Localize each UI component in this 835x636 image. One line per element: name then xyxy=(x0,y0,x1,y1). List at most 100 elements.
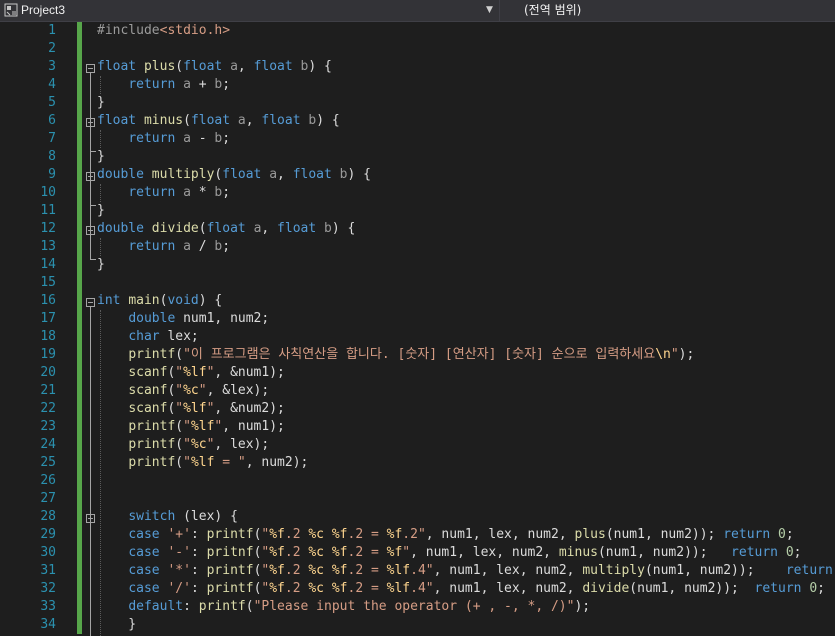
code-text[interactable]: printf("%c", lex); xyxy=(97,436,269,454)
code-text[interactable]: scanf("%c", &lex); xyxy=(97,382,269,400)
code-line[interactable]: 34 } xyxy=(0,616,835,634)
code-line[interactable]: 14} xyxy=(0,256,835,274)
code-line[interactable]: 10 return a * b; xyxy=(0,184,835,202)
code-text[interactable]: int main(void) { xyxy=(97,292,222,310)
code-token: , num1, lex, num2, xyxy=(425,527,575,542)
code-token: divide xyxy=(151,221,199,236)
code-text[interactable]: printf("%lf = ", num2); xyxy=(97,454,308,472)
line-number: 5 xyxy=(48,95,56,110)
code-text[interactable]: default: printf("Please input the operat… xyxy=(97,598,590,616)
code-text[interactable]: case '+': printf("%f.2 %c %f.2 = %f.2", … xyxy=(97,526,793,544)
code-text[interactable]: double num1, num2; xyxy=(97,310,269,328)
code-text[interactable]: #include<stdio.h> xyxy=(97,22,230,40)
code-line[interactable]: 7 return a - b; xyxy=(0,130,835,148)
line-number: 7 xyxy=(48,131,56,146)
code-text[interactable]: double multiply(float a, float b) { xyxy=(97,166,371,184)
code-text[interactable]: } xyxy=(97,148,105,166)
code-token: scanf xyxy=(128,365,168,380)
code-token: ( xyxy=(198,221,207,236)
code-text[interactable]: printf("%lf", num1); xyxy=(97,418,285,436)
code-text[interactable]: case '/': printf("%f.2 %c %f.2 = %lf.4",… xyxy=(97,580,825,598)
code-line[interactable]: 27 xyxy=(0,490,835,508)
code-line[interactable]: 12 double divide(float a, float b) { xyxy=(0,220,835,238)
code-text[interactable]: double divide(float a, float b) { xyxy=(97,220,355,238)
code-token: float xyxy=(97,59,137,74)
code-text[interactable]: } xyxy=(97,202,105,220)
code-line[interactable]: 2 xyxy=(0,40,835,58)
code-line[interactable]: 26 xyxy=(0,472,835,490)
code-line[interactable]: 30 case '-': pritnf("%f.2 %c %f.2 = %f",… xyxy=(0,544,835,562)
code-text[interactable]: scanf("%lf", &num2); xyxy=(97,400,285,418)
code-text[interactable]: float minus(float a, float b) { xyxy=(97,112,340,130)
code-token: int xyxy=(97,293,121,308)
code-token: a xyxy=(183,185,191,200)
project-dropdown[interactable]: Project3 ▼ xyxy=(0,0,500,21)
code-token: minus xyxy=(143,113,184,128)
code-line[interactable]: 32 case '/': printf("%f.2 %c %f.2 = %lf.… xyxy=(0,580,835,598)
code-line[interactable]: 8} xyxy=(0,148,835,166)
code-line[interactable]: 22 scanf("%lf", &num2); xyxy=(0,400,835,418)
code-text[interactable]: return a / b; xyxy=(97,238,230,256)
code-text[interactable]: switch (lex) { xyxy=(97,508,238,526)
code-text[interactable]: } xyxy=(97,94,105,112)
code-line[interactable]: 20 scanf("%lf", &num1); xyxy=(0,364,835,382)
code-line[interactable]: 33 default: printf("Please input the ope… xyxy=(0,598,835,616)
code-line[interactable]: 1 #include<stdio.h> xyxy=(0,22,835,40)
code-line[interactable]: 16 int main(void) { xyxy=(0,292,835,310)
code-text[interactable]: printf("이 프로그램은 사칙연산을 합니다. [숫자] [연산자] [숫… xyxy=(97,346,694,364)
line-number: 1 xyxy=(48,23,56,38)
code-text[interactable]: case '-': pritnf("%f.2 %c %f.2 = %f", nu… xyxy=(97,544,801,562)
code-text[interactable]: case '*': printf("%f.2 %c %f.2 = %lf.4",… xyxy=(97,562,835,580)
code-token: printf xyxy=(128,419,176,434)
code-token: ; xyxy=(222,185,231,200)
code-line[interactable]: 28 switch (lex) { xyxy=(0,508,835,526)
code-line[interactable]: 9 double multiply(float a, float b) { xyxy=(0,166,835,184)
code-token: b xyxy=(339,167,348,182)
code-text[interactable]: char lex; xyxy=(97,328,198,346)
code-line[interactable]: 17 double num1, num2; xyxy=(0,310,835,328)
code-line[interactable]: 23 printf("%lf", num1); xyxy=(0,418,835,436)
change-indicator xyxy=(77,202,82,220)
code-token: " xyxy=(183,419,191,434)
code-line[interactable]: 11} xyxy=(0,202,835,220)
code-line[interactable]: 13 return a / b; xyxy=(0,238,835,256)
line-number: 31 xyxy=(40,563,56,578)
code-text[interactable]: return a * b; xyxy=(97,184,230,202)
code-token: %c xyxy=(183,383,199,398)
chevron-down-icon[interactable]: ▼ xyxy=(486,3,493,18)
code-line[interactable]: 5} xyxy=(0,94,835,112)
code-token: a xyxy=(269,167,278,182)
scope-dropdown[interactable]: (전역 범위) xyxy=(500,0,835,21)
code-token: (num1, num2)); xyxy=(629,581,755,596)
code-text[interactable]: } xyxy=(97,616,136,634)
code-line[interactable]: 3 float plus(float a, float b) { xyxy=(0,58,835,76)
code-text[interactable]: return a - b; xyxy=(97,130,230,148)
code-line[interactable]: 6 float minus(float a, float b) { xyxy=(0,112,835,130)
code-token: " xyxy=(670,347,679,362)
code-token: + xyxy=(190,77,215,92)
code-token: , lex); xyxy=(214,437,270,452)
code-line[interactable]: 24 printf("%c", lex); xyxy=(0,436,835,454)
code-line[interactable]: 15 xyxy=(0,274,835,292)
code-line[interactable]: 31 case '*': printf("%f.2 %c %f.2 = %lf.… xyxy=(0,562,835,580)
code-line[interactable]: 29 case '+': printf("%f.2 %c %f.2 = %f.2… xyxy=(0,526,835,544)
code-editor[interactable]: 1 #include<stdio.h> 2 3 float plus(float a, … xyxy=(0,22,835,636)
code-token: %c xyxy=(308,527,325,542)
code-token: ( xyxy=(175,59,184,74)
code-line[interactable]: 25 printf("%lf = ", num2); xyxy=(0,454,835,472)
code-text[interactable]: float plus(float a, float b) { xyxy=(97,58,332,76)
code-line[interactable]: 18 char lex; xyxy=(0,328,835,346)
code-text[interactable]: } xyxy=(97,256,105,274)
code-text[interactable]: return a + b; xyxy=(97,76,230,94)
code-line[interactable]: 4 return a + b; xyxy=(0,76,835,94)
code-line[interactable]: 21 scanf("%c", &lex); xyxy=(0,382,835,400)
code-line[interactable]: 19 printf("이 프로그램은 사칙연산을 합니다. [숫자] [연산자]… xyxy=(0,346,835,364)
change-indicator xyxy=(77,130,82,148)
code-text[interactable]: scanf("%lf", &num1); xyxy=(97,364,285,382)
line-number: 28 xyxy=(40,509,56,524)
